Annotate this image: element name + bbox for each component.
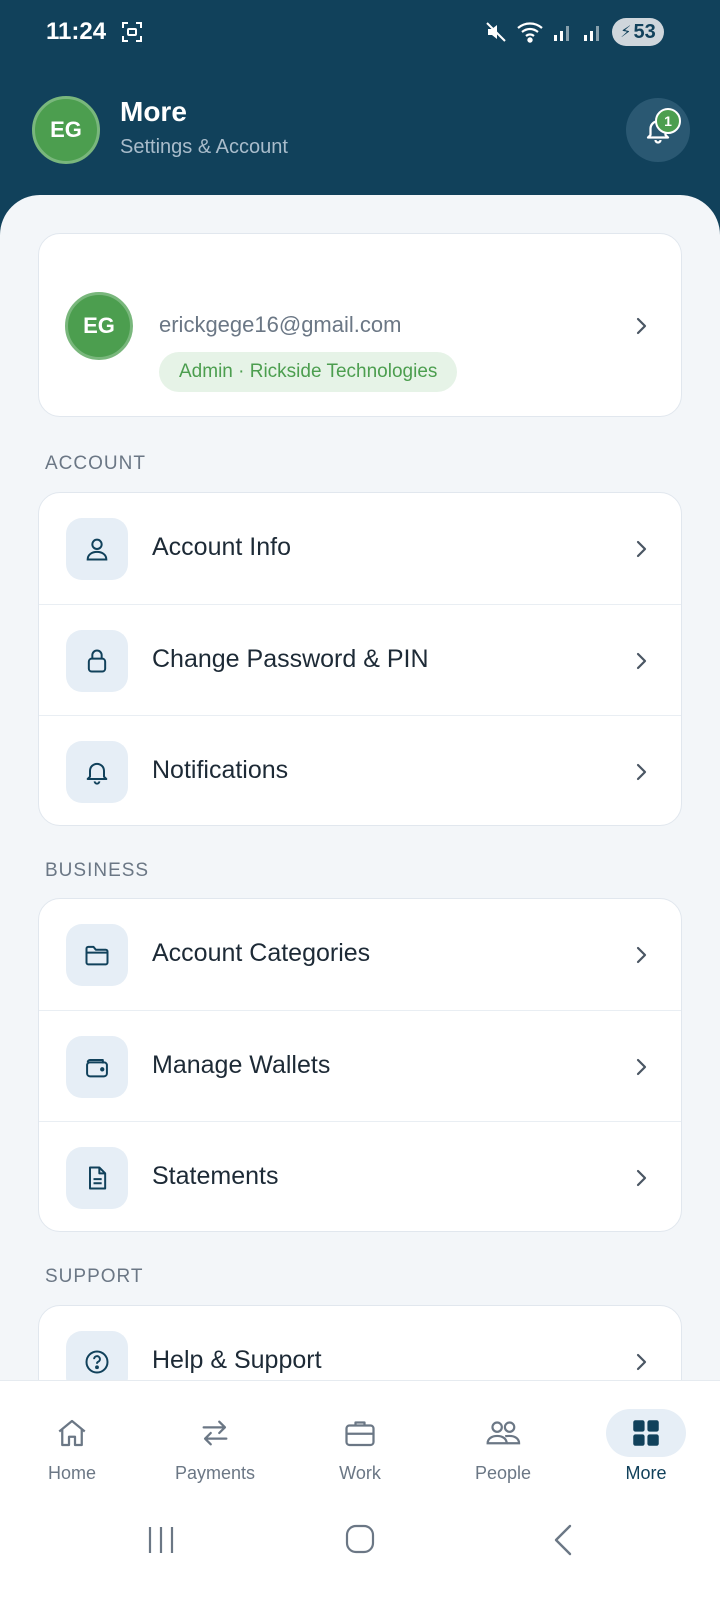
nav-payments[interactable]: Payments xyxy=(150,1381,280,1499)
help-icon xyxy=(66,1331,128,1380)
menu-item-label: Help & Support xyxy=(152,1346,322,1374)
chevron-right-icon xyxy=(636,763,647,781)
nav-label: Payments xyxy=(174,1463,256,1483)
chevron-right-icon xyxy=(636,1058,647,1076)
bell-icon xyxy=(66,741,128,803)
chevron-right-icon xyxy=(636,946,647,964)
notification-badge: 1 xyxy=(655,108,681,134)
system-navigation-bar xyxy=(0,1498,720,1600)
menu-item-statements[interactable]: Statements xyxy=(39,1121,681,1234)
nav-home[interactable]: Home xyxy=(7,1381,137,1499)
briefcase-icon xyxy=(320,1409,400,1457)
wifi-icon xyxy=(517,22,543,43)
menu-item-help-support[interactable]: Help & Support xyxy=(39,1306,681,1380)
chevron-right-icon xyxy=(636,317,647,335)
mute-icon xyxy=(486,22,506,42)
charging-icon: ⚡ xyxy=(620,24,632,41)
home-icon xyxy=(32,1409,112,1457)
menu-item-label: Account Info xyxy=(152,533,291,561)
header-avatar[interactable]: EG xyxy=(32,96,100,164)
battery-level: 53 xyxy=(633,20,656,43)
nav-label: More xyxy=(625,1463,667,1483)
bottom-navigation: Home Payments Work People More xyxy=(0,1380,720,1498)
chevron-right-icon xyxy=(636,540,647,558)
business-section-card: Account Categories Manage Wallets Statem… xyxy=(38,898,682,1232)
status-bar: 11:24 ⚡ 53 xyxy=(0,0,720,64)
section-label-support: SUPPORT xyxy=(45,1266,144,1287)
account-section-card: Account Info Change Password & PIN Notif… xyxy=(38,492,682,826)
lock-icon xyxy=(66,630,128,692)
nav-label: Home xyxy=(47,1463,96,1483)
menu-item-label: Change Password & PIN xyxy=(152,645,429,673)
menu-item-manage-wallets[interactable]: Manage Wallets xyxy=(39,1010,681,1123)
section-label-business: BUSINESS xyxy=(45,860,150,881)
nav-more[interactable]: More xyxy=(581,1381,711,1499)
transfer-icon xyxy=(175,1409,255,1457)
grid-icon xyxy=(606,1409,686,1457)
nav-label: Work xyxy=(339,1463,381,1483)
wallet-icon xyxy=(66,1036,128,1098)
user-icon xyxy=(66,518,128,580)
menu-item-account-info[interactable]: Account Info xyxy=(39,493,681,606)
back-icon[interactable] xyxy=(552,1523,574,1557)
nav-work[interactable]: Work xyxy=(295,1381,425,1499)
menu-item-change-password[interactable]: Change Password & PIN xyxy=(39,604,681,717)
battery-indicator: ⚡ 53 xyxy=(612,18,664,46)
page-title: More xyxy=(120,96,187,127)
content-sheet: EG erickgege16@gmail.com Admin · Ricksid… xyxy=(0,195,720,1380)
menu-item-label: Account Categories xyxy=(152,939,371,967)
support-section-card: Help & Support xyxy=(38,1305,682,1380)
document-icon xyxy=(66,1147,128,1209)
menu-item-label: Notifications xyxy=(152,756,289,784)
avatar: EG xyxy=(65,292,133,360)
recent-apps-icon[interactable] xyxy=(146,1525,176,1555)
home-button-icon[interactable] xyxy=(344,1523,376,1555)
menu-item-notifications[interactable]: Notifications xyxy=(39,715,681,828)
profile-card[interactable]: EG erickgege16@gmail.com Admin · Ricksid… xyxy=(38,233,682,417)
section-label-account: ACCOUNT xyxy=(45,453,146,474)
chevron-right-icon xyxy=(636,1353,647,1371)
menu-item-label: Manage Wallets xyxy=(152,1051,331,1079)
people-icon xyxy=(463,1409,543,1457)
signal-icon xyxy=(554,26,569,41)
status-time: 11:24 xyxy=(46,18,107,45)
nav-people[interactable]: People xyxy=(438,1381,568,1499)
chevron-right-icon xyxy=(636,652,647,670)
menu-item-label: Statements xyxy=(152,1162,279,1190)
nav-label: People xyxy=(474,1463,532,1483)
screenshot-icon xyxy=(122,22,142,42)
chevron-right-icon xyxy=(636,1169,647,1187)
menu-item-account-categories[interactable]: Account Categories xyxy=(39,899,681,1012)
signal-icon-2 xyxy=(584,26,599,41)
folder-icon xyxy=(66,924,128,986)
role-badge: Admin · Rickside Technologies xyxy=(159,352,458,392)
page-subtitle: Settings & Account xyxy=(120,136,288,158)
profile-email: erickgege16@gmail.com xyxy=(159,312,402,337)
